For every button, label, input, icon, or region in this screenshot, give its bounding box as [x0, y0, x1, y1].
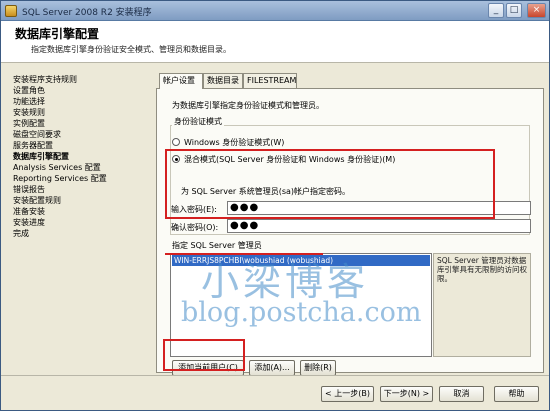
nav-item-complete[interactable]: 完成	[13, 228, 29, 239]
mixed-auth-radio[interactable]	[172, 155, 180, 163]
administrators-label: 指定 SQL Server 管理员	[172, 241, 262, 250]
sa-password-prompt: 为 SQL Server 系统管理员(sa)帐户指定密码。	[181, 187, 351, 196]
nav-item-setup-role[interactable]: 设置角色	[13, 85, 45, 96]
cancel-button[interactable]: 取消	[439, 386, 484, 402]
administrators-info: SQL Server 管理员对数据库引擎具有无限制的访问权限。	[433, 253, 531, 357]
remove-button[interactable]: 删除(R)	[300, 360, 336, 376]
add-current-user-button[interactable]: 添加当前用户(C)	[172, 360, 244, 376]
nav-item-disk-space[interactable]: 磁盘空间要求	[13, 129, 61, 140]
nav-item-ready-to-install[interactable]: 准备安装	[13, 206, 45, 217]
nav-item-error-reporting[interactable]: 错误报告	[13, 184, 45, 195]
minimize-button[interactable]: _	[488, 3, 504, 18]
account-provisioning-panel: 为数据库引擎指定身份验证模式和管理员。 身份验证模式 Windows 身份验证模…	[156, 88, 544, 376]
next-button[interactable]: 下一步(N) >	[380, 386, 433, 402]
tab-filestream[interactable]: FILESTREAM	[243, 73, 297, 88]
window-title: SQL Server 2008 R2 安装程序	[22, 8, 152, 18]
nav-item-instance-configuration[interactable]: 实例配置	[13, 118, 45, 129]
nav-item-installation-progress[interactable]: 安装进度	[13, 217, 45, 228]
authentication-mode-label: 身份验证模式	[172, 116, 224, 127]
step-navigation: 安装程序支持规则 设置角色 功能选择 安装规则 实例配置 磁盘空间要求 服务器配…	[1, 64, 151, 374]
password-field[interactable]: ●●●	[227, 201, 531, 215]
nav-item-installation-configuration-rules[interactable]: 安装配置规则	[13, 195, 61, 206]
nav-item-installation-rules[interactable]: 安装规则	[13, 107, 45, 118]
help-button[interactable]: 帮助	[494, 386, 539, 402]
panel-description: 为数据库引擎指定身份验证模式和管理员。	[172, 101, 324, 110]
nav-item-server-configuration[interactable]: 服务器配置	[13, 140, 53, 151]
nav-item-analysis-services[interactable]: Analysis Services 配置	[13, 162, 101, 173]
installer-window: SQL Server 2008 R2 安装程序 _ □ × 数据库引擎配置 指定…	[0, 0, 550, 411]
tab-account-provisioning[interactable]: 帐户设置	[159, 73, 203, 89]
close-button[interactable]: ×	[527, 3, 546, 18]
add-button[interactable]: 添加(A)...	[249, 360, 295, 376]
page-subtitle: 指定数据库引擎身份验证安全模式、管理员和数据目录。	[31, 45, 231, 54]
password-label: 输入密码(E):	[171, 205, 217, 214]
footer-bar: < 上一步(B) 下一步(N) > 取消 帮助	[1, 375, 549, 411]
mixed-auth-label[interactable]: 混合模式(SQL Server 身份验证和 Windows 身份验证)(M)	[184, 154, 395, 165]
watermark-url: blog.postcha.com	[181, 297, 422, 328]
nav-item-feature-selection[interactable]: 功能选择	[13, 96, 45, 107]
confirm-password-field[interactable]: ●●●	[227, 219, 531, 233]
windows-auth-radio[interactable]	[172, 138, 180, 146]
title-bar[interactable]: SQL Server 2008 R2 安装程序 _ □ ×	[1, 1, 549, 21]
main-panel: 帐户设置 数据目录 FILESTREAM 为数据库引擎指定身份验证模式和管理员。…	[156, 73, 546, 376]
windows-auth-label[interactable]: Windows 身份验证模式(W)	[184, 137, 284, 148]
nav-item-setup-support-rules[interactable]: 安装程序支持规则	[13, 74, 77, 85]
maximize-button[interactable]: □	[506, 3, 522, 18]
nav-item-reporting-services[interactable]: Reporting Services 配置	[13, 173, 107, 184]
back-button[interactable]: < 上一步(B)	[321, 386, 374, 402]
sql-server-icon	[5, 5, 17, 17]
tab-data-directories[interactable]: 数据目录	[203, 73, 243, 88]
page-title: 数据库引擎配置	[15, 27, 100, 41]
page-header: 数据库引擎配置 指定数据库引擎身份验证安全模式、管理员和数据目录。	[1, 21, 549, 63]
confirm-password-label: 确认密码(O):	[171, 223, 219, 232]
nav-item-database-engine-configuration[interactable]: 数据库引擎配置	[13, 151, 69, 162]
